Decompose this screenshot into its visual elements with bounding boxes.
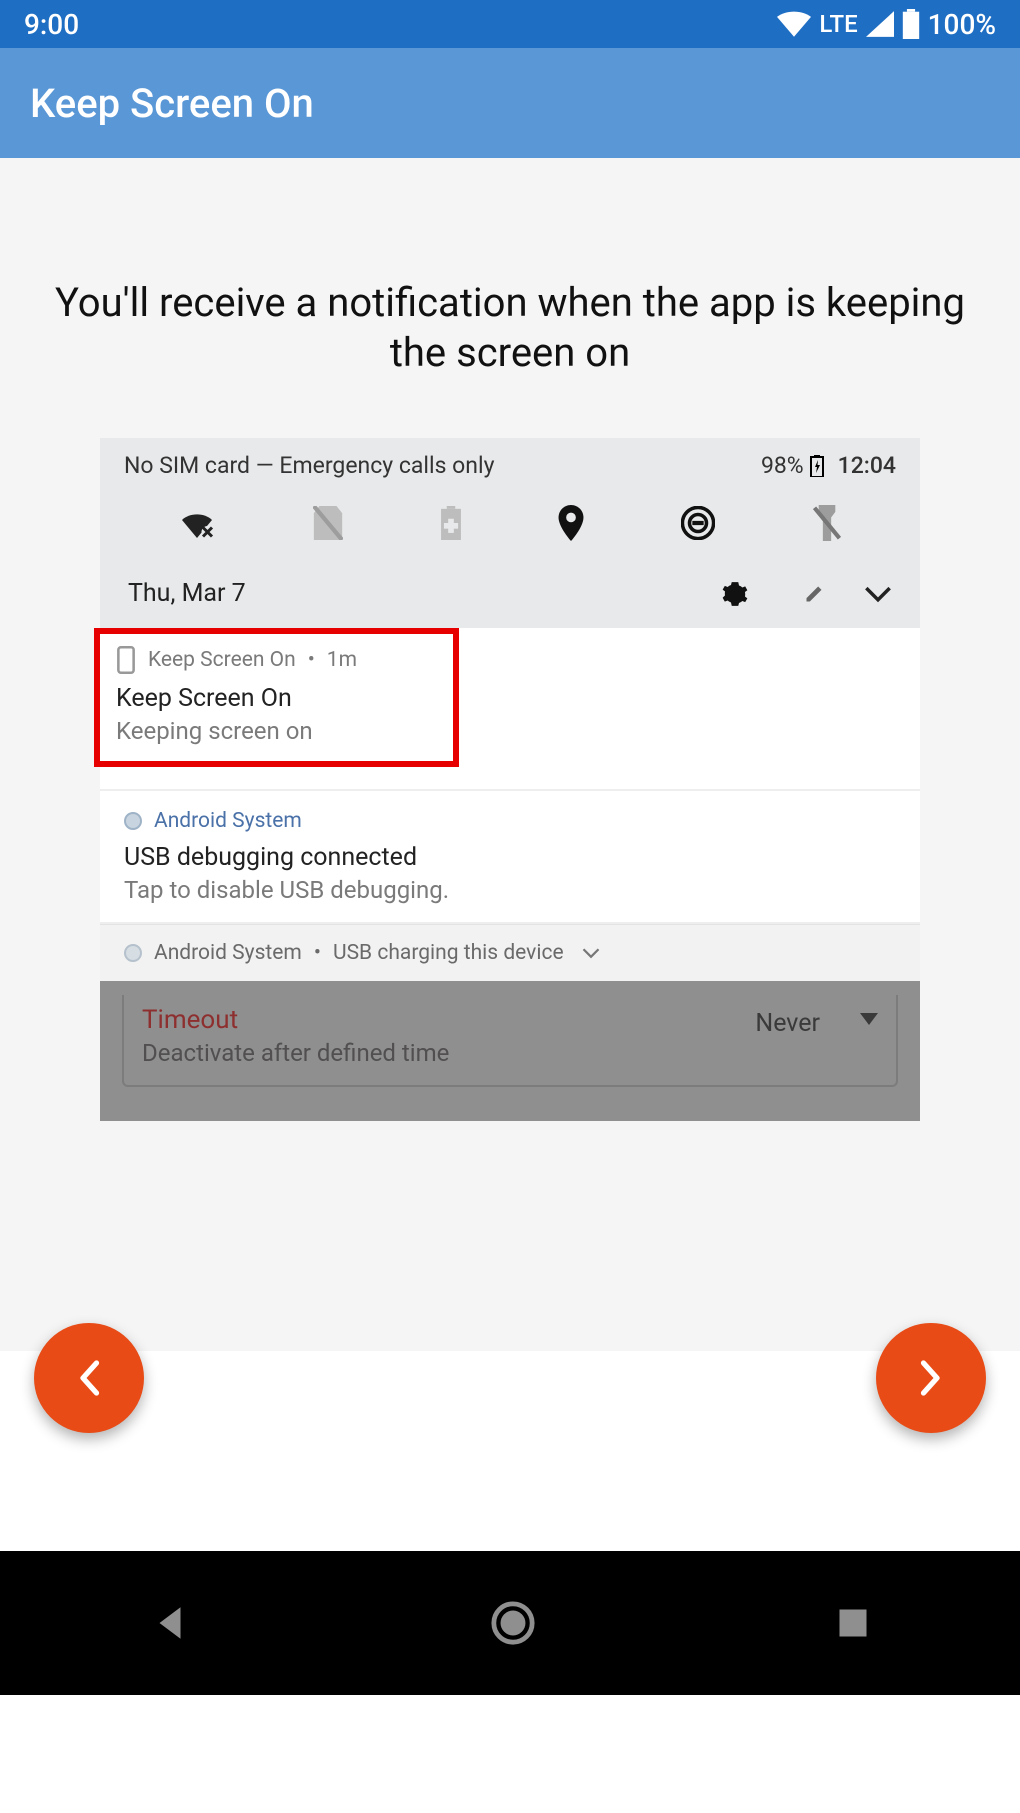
system-nav-bar: [0, 1551, 1020, 1695]
gear-icon[interactable]: [722, 581, 748, 607]
status-battery: 100%: [928, 8, 996, 41]
notif2-subtitle: Tap to disable USB debugging.: [124, 876, 896, 904]
collapsed-app: Android System: [154, 941, 302, 965]
phone-outline-icon: [116, 646, 136, 674]
inner-battery: 98%: [761, 452, 804, 479]
page-headline: You'll receive a notification when the a…: [0, 158, 1020, 438]
prev-button[interactable]: [34, 1323, 144, 1433]
content-area: You'll receive a notification when the a…: [0, 158, 1020, 1351]
underlay-value: Never: [755, 1007, 820, 1038]
battery-icon: [902, 9, 920, 39]
edit-icon[interactable]: [804, 584, 824, 604]
next-button[interactable]: [876, 1323, 986, 1433]
notification-usb-debugging[interactable]: Android System USB debugging connected T…: [100, 791, 920, 924]
system-dot-icon: [124, 812, 142, 830]
network-label: LTE: [819, 10, 857, 38]
notif2-title: USB debugging connected: [124, 843, 896, 872]
chevron-right-icon: [919, 1360, 943, 1396]
dropdown-triangle-icon: [860, 1013, 878, 1025]
sim-off-icon[interactable]: [313, 506, 343, 540]
system-dot-icon: [124, 944, 142, 962]
battery-qs-icon[interactable]: [440, 506, 462, 540]
wifi-off-icon[interactable]: [178, 508, 216, 538]
notif1-age: 1m: [327, 648, 357, 672]
notif1-app: Keep Screen On: [148, 648, 296, 672]
nav-recent-icon[interactable]: [835, 1605, 871, 1641]
timeout-card: Timeout Deactivate after defined time Ne…: [122, 995, 898, 1087]
wifi-icon: [777, 11, 811, 37]
signal-icon: [866, 11, 894, 37]
nav-home-icon[interactable]: [490, 1600, 536, 1646]
notif1-subtitle: Keeping screen on: [116, 717, 357, 745]
outer-status-bar: 9:00 LTE 100%: [0, 0, 1020, 48]
shade-date: Thu, Mar 7: [128, 579, 246, 608]
notification-keep-screen-on[interactable]: Keep Screen On • 1m Keep Screen On Keepi…: [100, 628, 920, 791]
nav-back-icon[interactable]: [149, 1602, 191, 1644]
chevron-down-icon: [582, 947, 600, 959]
inner-status-left: No SIM card — Emergency calls only: [124, 452, 494, 479]
collapsed-text: USB charging this device: [333, 941, 564, 965]
highlight-box: Keep Screen On • 1m Keep Screen On Keepi…: [94, 628, 459, 767]
flashlight-off-icon[interactable]: [812, 505, 842, 541]
quick-settings-row: [100, 487, 920, 563]
date-row: Thu, Mar 7: [100, 563, 920, 628]
battery-charging-icon: [810, 455, 824, 477]
inner-time: 12:04: [838, 452, 896, 479]
underlay-dimmed: Timeout Deactivate after defined time Ne…: [100, 981, 920, 1121]
do-not-disturb-icon[interactable]: [681, 506, 715, 540]
notif2-app: Android System: [154, 809, 302, 833]
notif1-title: Keep Screen On: [116, 684, 357, 713]
inner-status-bar: No SIM card — Emergency calls only 98% 1…: [100, 438, 920, 487]
embedded-screenshot: No SIM card — Emergency calls only 98% 1…: [100, 438, 920, 1121]
bottom-spacer: [0, 1351, 1020, 1551]
status-time: 9:00: [24, 8, 79, 41]
underlay-title: Timeout: [142, 1007, 755, 1033]
app-title: Keep Screen On: [30, 80, 314, 127]
notification-usb-charging[interactable]: Android System • USB charging this devic…: [100, 924, 920, 981]
app-bar: Keep Screen On: [0, 48, 1020, 158]
chevron-left-icon: [77, 1360, 101, 1396]
location-icon[interactable]: [558, 505, 584, 541]
underlay-subtitle: Deactivate after defined time: [142, 1039, 755, 1067]
chevron-down-icon[interactable]: [864, 585, 892, 603]
